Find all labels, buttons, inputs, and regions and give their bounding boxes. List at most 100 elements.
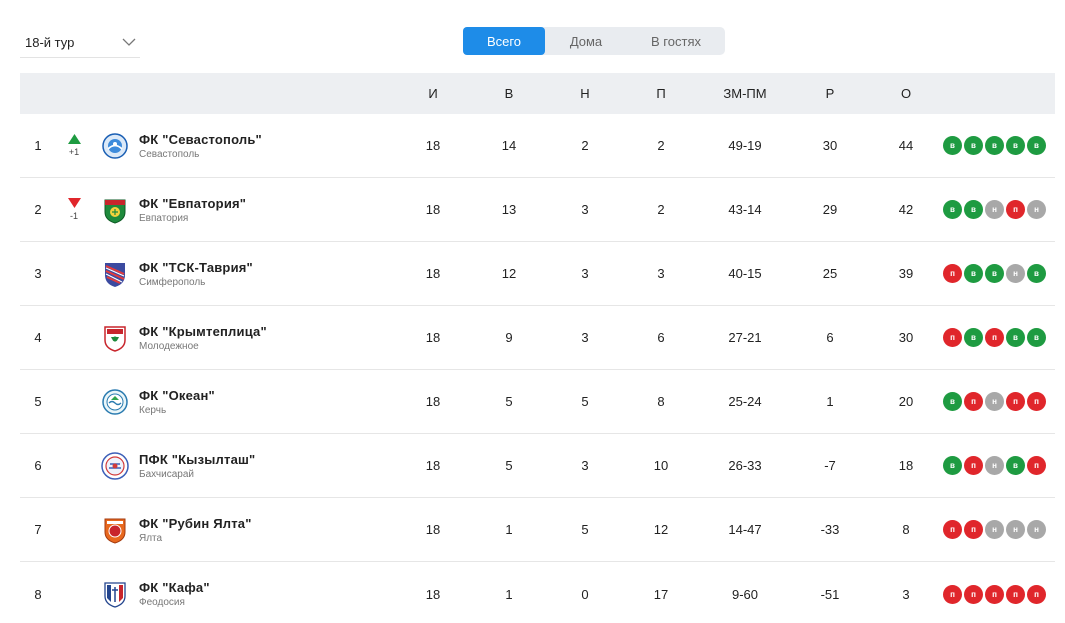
position: 1 [34, 138, 42, 153]
won-value: 5 [505, 394, 513, 409]
team-cell[interactable]: ФК "Севастополь" Севастополь [139, 114, 409, 177]
sevastopol-logo [100, 114, 130, 177]
form-result-badge: в [1027, 264, 1046, 283]
form-result-badge: в [985, 136, 1004, 155]
tab-away[interactable]: В гостях [627, 27, 725, 55]
team-name[interactable]: ФК "Кафа" [139, 580, 210, 595]
won-value: 9 [505, 330, 513, 345]
form-result-badge: п [964, 392, 983, 411]
team-city: Ялта [139, 532, 163, 544]
tab-home[interactable]: Дома [545, 27, 627, 55]
goals-value: 14-47 [728, 522, 762, 537]
recent-form: пввнв [943, 242, 1046, 305]
drawn-value: 3 [581, 202, 589, 217]
points-value: 18 [898, 458, 914, 473]
team-cell[interactable]: ФК "ТСК-Таврия" Симферополь [139, 242, 409, 305]
team-name[interactable]: ПФК "Кызылташ" [139, 452, 255, 467]
drawn-value: 3 [581, 266, 589, 281]
lost-value: 10 [653, 458, 669, 473]
lost-value: 12 [653, 522, 669, 537]
lost-value: 2 [657, 138, 665, 153]
form-result-badge: в [964, 136, 983, 155]
team-cell[interactable]: ФК "Океан" Керчь [139, 370, 409, 433]
team-city: Бахчисарай [139, 468, 194, 480]
lost-value: 2 [657, 202, 665, 217]
team-cell[interactable]: ФК "Рубин Ялта" Ялта [139, 498, 409, 561]
team-name[interactable]: ФК "Севастополь" [139, 132, 262, 147]
goals-value: 27-21 [728, 330, 762, 345]
drawn-value: 0 [581, 586, 589, 602]
form-result-badge: н [1027, 520, 1046, 539]
team-name[interactable]: ФК "Евпатория" [139, 196, 246, 211]
goals-value: 9-60 [731, 586, 759, 602]
diff-value: 29 [822, 202, 838, 217]
form-result-badge: в [943, 392, 962, 411]
form-result-badge: в [1027, 136, 1046, 155]
team-city: Феодосия [139, 597, 185, 608]
table-row[interactable]: 2 -1 ФК "Евпатория" Евпатория 18 13 3 2 43-14 29 4… [20, 178, 1055, 242]
header-lost: П [656, 86, 666, 101]
position: 7 [34, 522, 42, 537]
table-row[interactable]: 3 ФК "ТСК-Таврия" Симферополь 18 12 3 3 40-15 25… [20, 242, 1055, 306]
drawn-value: 5 [581, 394, 589, 409]
table-row[interactable]: 4 ФК "Крымтеплица" Молодежное 18 9 3 6 27-21 6 30… [20, 306, 1055, 370]
form-result-badge: п [985, 584, 1004, 604]
round-select[interactable]: 18-й тур [20, 27, 140, 58]
recent-form: ввввв [943, 114, 1046, 177]
position: 8 [34, 586, 42, 602]
form-result-badge: в [1006, 328, 1025, 347]
won-value: 12 [501, 266, 517, 281]
won-value: 5 [505, 458, 513, 473]
played-value: 18 [425, 458, 441, 473]
goals-value: 40-15 [728, 266, 762, 281]
position-change [64, 434, 84, 497]
goals-value: 49-19 [728, 138, 762, 153]
form-result-badge: п [943, 584, 962, 604]
drawn-value: 3 [581, 330, 589, 345]
team-name[interactable]: ФК "Крымтеплица" [139, 324, 267, 339]
recent-form: впнпп [943, 370, 1046, 433]
position-change [64, 562, 84, 623]
table-row[interactable]: 1 +1 ФК "Севастополь" Севастополь 18 14 2 2 49-1… [20, 114, 1055, 178]
team-cell[interactable]: ПФК "Кызылташ" Бахчисарай [139, 434, 409, 497]
drawn-value: 3 [581, 458, 589, 473]
table-row[interactable]: 6 ПФК "Кызылташ" Бахчисарай 18 5 3 10 26-33 -7 18… [20, 434, 1055, 498]
tab-all[interactable]: Всего [463, 27, 545, 55]
won-value: 13 [501, 202, 517, 217]
evpatoria-logo [100, 178, 130, 241]
form-result-badge: п [1006, 584, 1025, 604]
team-cell[interactable]: ФК "Кафа" Феодосия [139, 562, 409, 623]
team-cell[interactable]: ФК "Евпатория" Евпатория [139, 178, 409, 241]
goals-value: 25-24 [728, 394, 762, 409]
table-row[interactable]: 8 ФК "Кафа" Феодосия 18 1 0 17 9-60 -51 3 п п п п п [20, 562, 1055, 623]
form-result-badge: в [964, 264, 983, 283]
team-name[interactable]: ФК "Океан" [139, 388, 215, 403]
trend-up-icon [67, 134, 81, 144]
lost-value: 17 [653, 586, 669, 602]
drawn-value: 2 [581, 138, 589, 153]
form-result-badge: в [1006, 136, 1025, 155]
diff-value: -33 [820, 522, 840, 537]
points-value: 39 [898, 266, 914, 281]
recent-form: ппннн [943, 498, 1046, 561]
team-city: Керчь [139, 404, 167, 416]
diff-value: 30 [822, 138, 838, 153]
position-change: -1 [64, 178, 84, 241]
played-value: 18 [425, 202, 441, 217]
played-value: 18 [425, 522, 441, 537]
goals-value: 43-14 [728, 202, 762, 217]
venue-tabs: Всего Дома В гостях [463, 27, 725, 55]
round-select-value: 18-й тур [25, 34, 75, 50]
table-row[interactable]: 7 ФК "Рубин Ялта" Ялта 18 1 5 12 14-47 -33 8 п п н н н [20, 498, 1055, 562]
chevron-down-icon [118, 31, 140, 53]
table-row[interactable]: 5 ФК "Океан" Керчь 18 5 5 8 25-24 1 20 в п н п п [20, 370, 1055, 434]
team-name[interactable]: ФК "Рубин Ялта" [139, 516, 252, 531]
team-name[interactable]: ФК "ТСК-Таврия" [139, 260, 253, 275]
form-result-badge: н [985, 200, 1004, 219]
played-value: 18 [425, 138, 441, 153]
kafa-logo [100, 562, 130, 623]
form-result-badge: в [943, 200, 962, 219]
form-result-badge: н [1027, 200, 1046, 219]
team-cell[interactable]: ФК "Крымтеплица" Молодежное [139, 306, 409, 369]
form-result-badge: н [985, 456, 1004, 475]
